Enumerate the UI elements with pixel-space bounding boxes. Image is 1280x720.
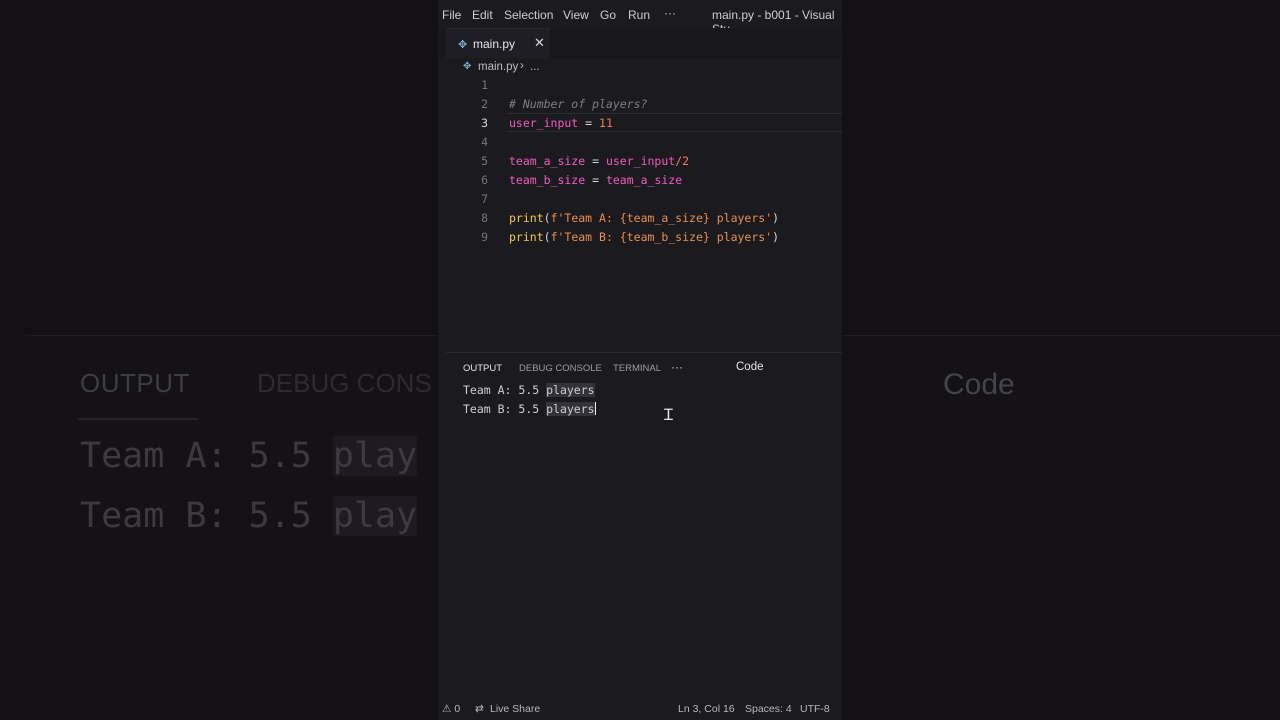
code-line: 9 print(f'Team B: {team_b_size} players'… xyxy=(438,227,842,246)
background-line-1-highlight: play xyxy=(332,436,418,476)
problems-indicator[interactable]: ⚠ 0 xyxy=(442,703,460,715)
code-text: user_input = 11 xyxy=(509,116,613,130)
python-icon: ✥ xyxy=(463,61,472,72)
code-line-active: 3 user_input = 11 xyxy=(438,113,842,132)
background-debug-tab: DEBUG CONS xyxy=(257,368,432,398)
line-number: 1 xyxy=(481,78,488,92)
output-selection: players xyxy=(546,402,595,416)
panel-more-icon[interactable]: ··· xyxy=(671,360,683,374)
code-line: 4 xyxy=(438,132,842,151)
line-number: 5 xyxy=(481,154,488,168)
background-editor-area-right xyxy=(842,0,1280,335)
token-string: f'Team A: {team_a_size} players' xyxy=(550,211,773,225)
output-line: Team A: 5.5 players xyxy=(463,383,596,402)
breadcrumb-file[interactable]: main.py xyxy=(478,61,518,73)
background-line-2-highlight: play xyxy=(332,496,418,536)
background-divider-right xyxy=(842,335,1280,336)
code-editor[interactable]: 1 2 # Number of players? 3 user_input = … xyxy=(438,75,842,352)
token-paren: ) xyxy=(772,211,780,225)
background-editor-area xyxy=(0,0,438,335)
cursor-position[interactable]: Ln 3, Col 16 xyxy=(678,703,735,715)
code-line: 2 # Number of players? xyxy=(438,94,842,113)
menu-edit[interactable]: Edit xyxy=(472,8,493,22)
output-panel[interactable]: Team A: 5.5 players Team B: 5.5 players xyxy=(463,383,596,421)
token-variable: user_input xyxy=(509,116,579,130)
background-line-2-text: Team B: 5.5 xyxy=(80,496,333,536)
menu-go[interactable]: Go xyxy=(600,8,616,22)
tab-terminal[interactable]: TERMINAL xyxy=(613,363,661,374)
token-string: f'Team B: {team_b_size} players' xyxy=(550,230,773,244)
panel-tab-bar: OUTPUT DEBUG CONSOLE TERMINAL ··· Code xyxy=(438,353,842,381)
line-number: 9 xyxy=(481,230,488,244)
token-operator: = xyxy=(585,173,606,187)
token-variable: team_b_size xyxy=(509,173,586,187)
code-text: print(f'Team A: {team_a_size} players') xyxy=(509,211,779,225)
code-line: 6 team_b_size = team_a_size xyxy=(438,170,842,189)
background-code-label: Code xyxy=(943,368,1015,401)
live-share-button[interactable]: Live Share xyxy=(490,703,540,715)
editor-tab-bar: ✥ main.py ✕ xyxy=(438,28,842,58)
chevron-right-icon: › xyxy=(520,60,524,72)
tab-debug-console[interactable]: DEBUG CONSOLE xyxy=(519,363,602,374)
menu-view[interactable]: View xyxy=(563,8,589,22)
line-number: 4 xyxy=(481,135,488,149)
code-comment: # Number of players? xyxy=(509,97,648,111)
background-left: OUTPUT DEBUG CONS Team A: 5.5 play Team … xyxy=(0,0,438,720)
background-output-line-2: Team B: 5.5 play xyxy=(80,496,418,536)
menu-run[interactable]: Run xyxy=(628,8,650,22)
background-right: Code xyxy=(842,0,1280,720)
token-number: 11 xyxy=(599,116,613,130)
vscode-window: File Edit Selection View Go Run ··· main… xyxy=(438,0,842,720)
token-paren: ) xyxy=(772,230,780,244)
code-text: team_b_size = team_a_size xyxy=(509,173,682,187)
close-icon[interactable]: ✕ xyxy=(534,35,545,51)
line-number: 3 xyxy=(481,116,488,130)
code-line: 8 print(f'Team A: {team_a_size} players'… xyxy=(438,208,842,227)
text-caret xyxy=(594,402,596,415)
menu-file[interactable]: File xyxy=(442,8,461,22)
encoding-setting[interactable]: UTF-8 xyxy=(800,703,830,715)
token-paren: ( xyxy=(543,230,551,244)
token-variable: team_a_size xyxy=(605,173,683,187)
background-output-tab: OUTPUT xyxy=(80,368,190,398)
output-text: Team B: 5.5 xyxy=(463,402,547,416)
token-paren: ( xyxy=(543,211,551,225)
output-selection: players xyxy=(546,383,595,397)
background-output-line-1: Team A: 5.5 play xyxy=(80,436,418,476)
menu-selection[interactable]: Selection xyxy=(504,8,553,22)
menu-more-icon[interactable]: ··· xyxy=(664,6,676,20)
tab-main-py[interactable]: ✥ main.py ✕ xyxy=(446,28,550,58)
tab-label: main.py xyxy=(473,37,516,51)
code-line: 1 xyxy=(438,75,842,94)
menu-bar: File Edit Selection View Go Run ··· main… xyxy=(438,0,842,36)
token-variable: team_a_size xyxy=(509,154,586,168)
code-text: team_a_size = user_input/2 xyxy=(509,154,689,168)
status-bar: ⚠ 0 ⇄ Live Share Ln 3, Col 16 Spaces: 4 … xyxy=(438,698,842,720)
token-variable: user_input xyxy=(605,154,676,168)
line-number: 6 xyxy=(481,173,488,187)
code-line: 7 xyxy=(438,189,842,208)
token-operator: = xyxy=(578,116,600,130)
line-number: 7 xyxy=(481,192,488,206)
python-icon: ✥ xyxy=(458,39,468,51)
output-text: Team A: 5.5 xyxy=(463,383,547,397)
token-number: 2 xyxy=(682,154,690,168)
background-output-underline xyxy=(78,418,198,420)
tab-output[interactable]: OUTPUT xyxy=(463,363,502,374)
output-line: Team B: 5.5 players xyxy=(463,402,596,421)
line-number: 2 xyxy=(481,97,488,111)
line-number: 8 xyxy=(481,211,488,225)
code-text: print(f'Team B: {team_b_size} players') xyxy=(509,230,779,244)
token-operator: = xyxy=(585,154,606,168)
output-channel-select[interactable]: Code xyxy=(736,361,764,373)
token-function: print xyxy=(509,230,544,244)
code-line: 5 team_a_size = user_input/2 xyxy=(438,151,842,170)
live-share-icon: ⇄ xyxy=(475,703,484,715)
background-divider xyxy=(30,335,438,336)
token-function: print xyxy=(509,211,544,225)
ibeam-cursor-icon: Ɪ xyxy=(664,405,673,424)
breadcrumb-symbols[interactable]: ... xyxy=(530,61,540,73)
background-line-1-text: Team A: 5.5 xyxy=(80,436,333,476)
indentation-setting[interactable]: Spaces: 4 xyxy=(745,703,792,715)
